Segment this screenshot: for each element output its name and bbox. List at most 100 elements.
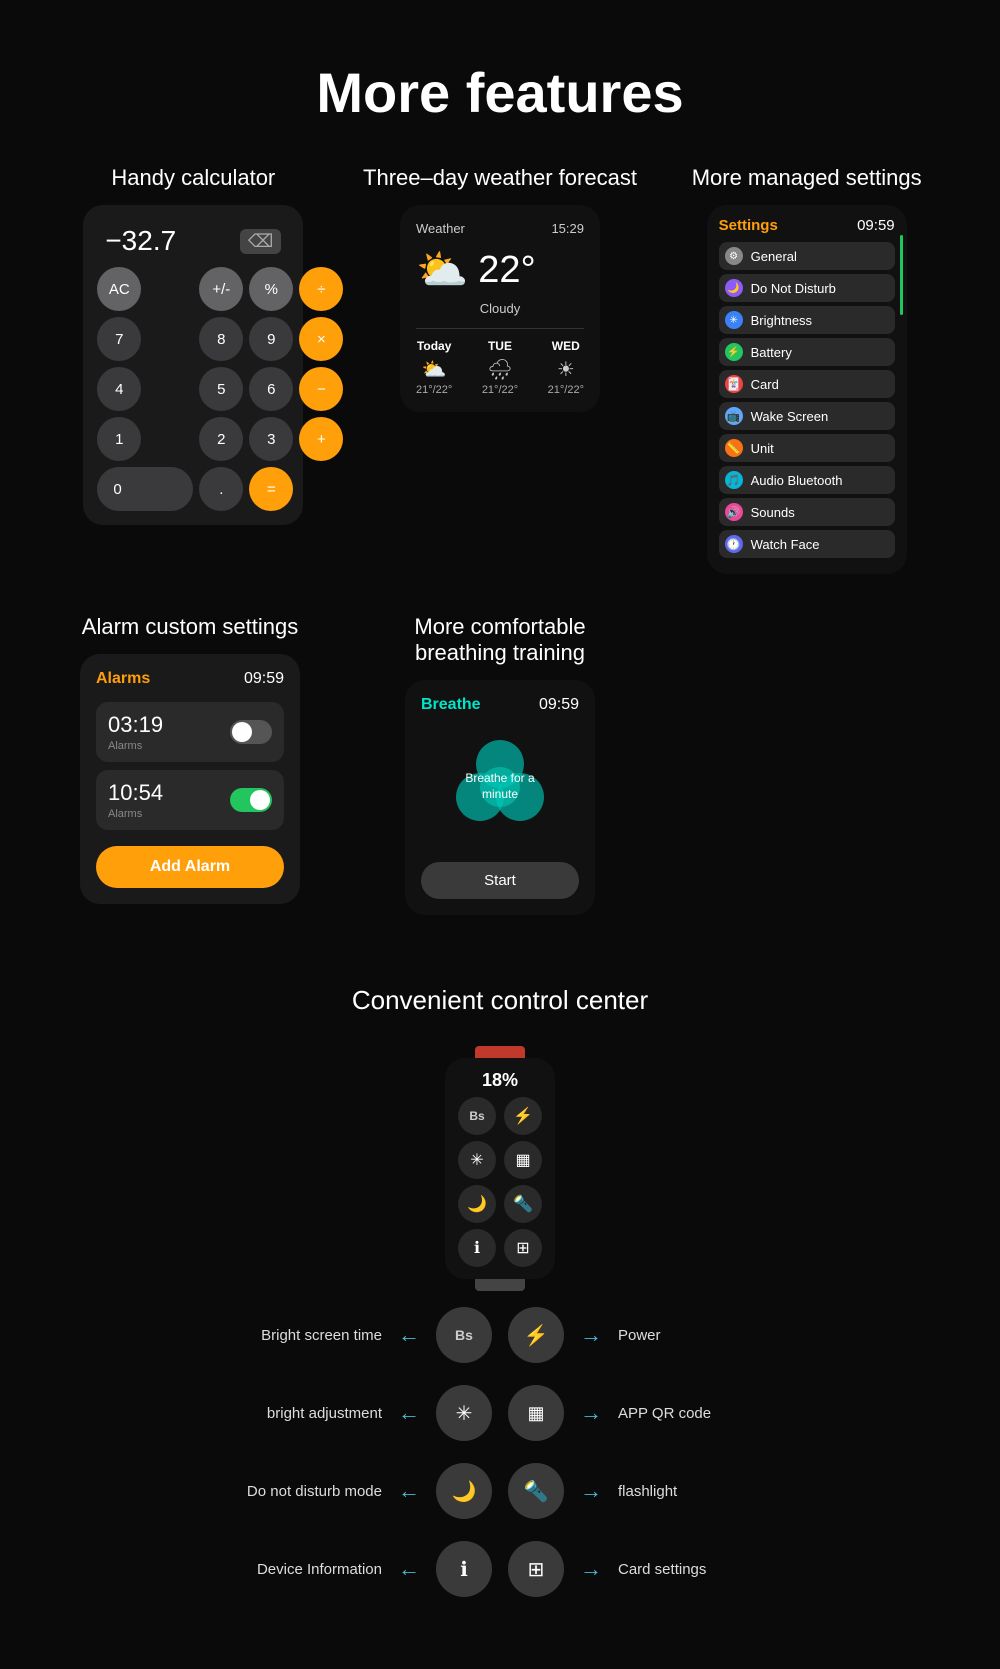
settings-item-card[interactable]: 🃏 Card — [719, 370, 895, 398]
calc-btn-8[interactable]: 8 — [199, 317, 243, 361]
calc-value: −32.7 — [105, 225, 176, 257]
calc-btn-plus[interactable]: + — [299, 417, 343, 461]
cc-btn-brightness-watch[interactable]: ✳ — [458, 1141, 496, 1179]
weather-title: Weather — [416, 221, 465, 236]
settings-item-battery[interactable]: ⚡ Battery — [719, 338, 895, 366]
calc-btn-plusminus[interactable]: +/- — [199, 267, 243, 311]
breathe-visual: Breathe for a minute — [421, 722, 579, 852]
calculator-label: Handy calculator — [111, 165, 275, 191]
page-header: More features — [0, 0, 1000, 165]
alarm-item-1: 03:19 Alarms — [96, 702, 284, 762]
settings-item-general[interactable]: ⚙ General — [719, 242, 895, 270]
settings-title: Settings — [719, 217, 778, 234]
settings-icon-card: 🃏 — [725, 375, 743, 393]
breathe-start[interactable]: Start — [421, 862, 579, 899]
forecast-tue: TUE 🌧 21°/22° — [482, 339, 518, 396]
calc-btn-7[interactable]: 7 — [97, 317, 141, 361]
top-row: Handy calculator −32.7 ⌫ AC +/- % ÷ 7 8 … — [0, 165, 1000, 574]
control-row-3: Do not disturb mode ← 🌙 🔦 → flashlight — [150, 1463, 850, 1519]
calc-grid: AC +/- % ÷ 7 8 9 × 4 5 6 − 1 2 3 + 0 . = — [97, 267, 289, 511]
settings-icon-wakescreen: 📺 — [725, 407, 743, 425]
weather-widget: Weather 15:29 ⛅ 22° Cloudy Today ⛅ 21°/2… — [400, 205, 600, 412]
calc-backspace[interactable]: ⌫ — [240, 229, 281, 254]
calc-btn-2[interactable]: 2 — [199, 417, 243, 461]
alarm-time-1: 03:19 Alarms — [108, 712, 163, 752]
calc-btn-ac[interactable]: AC — [97, 267, 141, 311]
settings-icon-brightness: ✳ — [725, 311, 743, 329]
arrow-right-3: → — [580, 1478, 602, 1504]
control-row-4: Device Information ← ℹ ⊞ → Card settings — [150, 1541, 850, 1597]
watch-body: 18% Bs ⚡ ✳ ▦ 🌙 🔦 ℹ ⊞ — [445, 1058, 555, 1279]
cc-btn-card-settings[interactable]: ⊞ — [508, 1541, 564, 1597]
breathe-label: More comfortable breathing training — [414, 614, 585, 666]
calc-btn-9[interactable]: 9 — [249, 317, 293, 361]
cc-btn-dnd-watch[interactable]: 🌙 — [458, 1185, 496, 1223]
cc-btn-flashlight[interactable]: 🔦 — [508, 1463, 564, 1519]
toggle-knob-1 — [232, 722, 252, 742]
forecast-wed: WED ☀ 21°/22° — [548, 339, 584, 396]
control-center-section: Convenient control center 18% Bs ⚡ ✳ ▦ 🌙… — [0, 965, 1000, 1669]
cc-btn-brightness[interactable]: ✳ — [436, 1385, 492, 1441]
label-qr: APP QR code — [618, 1405, 818, 1422]
calculator-section: Handy calculator −32.7 ⌫ AC +/- % ÷ 7 8 … — [53, 165, 333, 525]
label-dnd: Do not disturb mode — [182, 1483, 382, 1500]
alarm-time: 09:59 — [244, 670, 284, 688]
settings-icon-battery: ⚡ — [725, 343, 743, 361]
settings-icon-watchface: 🕐 — [725, 535, 743, 553]
weather-forecast: Today ⛅ 21°/22° TUE 🌧 21°/22° WED ☀ 21°/… — [416, 328, 584, 396]
arrow-left-2: ← — [398, 1400, 420, 1426]
calc-btn-minus[interactable]: − — [299, 367, 343, 411]
settings-icon-sounds: 🔊 — [725, 503, 743, 521]
cc-btn-dnd[interactable]: 🌙 — [436, 1463, 492, 1519]
calc-btn-5[interactable]: 5 — [199, 367, 243, 411]
settings-item-wakescreen[interactable]: 📺 Wake Screen — [719, 402, 895, 430]
calc-btn-equals[interactable]: = — [249, 467, 293, 511]
settings-scrollbar[interactable] — [900, 235, 903, 315]
settings-item-audiobluetooth[interactable]: 🎵 Audio Bluetooth — [719, 466, 895, 494]
cc-btn-qr[interactable]: ▦ — [508, 1385, 564, 1441]
control-rows: Bright screen time ← Bs ⚡ → Power bright… — [150, 1307, 850, 1609]
alarm-title: Alarms — [96, 670, 150, 688]
cc-btn-flashlight-watch[interactable]: 🔦 — [504, 1185, 542, 1223]
settings-time: 09:59 — [857, 217, 895, 234]
settings-item-watchface[interactable]: 🕐 Watch Face — [719, 530, 895, 558]
cc-btn-screen-time[interactable]: Bs — [436, 1307, 492, 1363]
calc-btn-divide[interactable]: ÷ — [299, 267, 343, 311]
cc-btn-card-watch[interactable]: ⊞ — [504, 1229, 542, 1267]
battery-display: 18% — [457, 1070, 543, 1091]
arrow-left-1: ← — [398, 1322, 420, 1348]
calc-btn-1[interactable]: 1 — [97, 417, 141, 461]
cc-btn-screentime[interactable]: Bs — [458, 1097, 496, 1135]
calc-btn-multiply[interactable]: × — [299, 317, 343, 361]
calc-btn-percent[interactable]: % — [249, 267, 293, 311]
label-bright-screen: Bright screen time — [182, 1327, 382, 1344]
calc-btn-6[interactable]: 6 — [249, 367, 293, 411]
settings-section: More managed settings Settings 09:59 ⚙ G… — [667, 165, 947, 574]
calc-btn-4[interactable]: 4 — [97, 367, 141, 411]
alarm-toggle-1[interactable] — [230, 720, 272, 744]
weather-temp: 22° — [478, 249, 535, 292]
alarm-header: Alarms 09:59 — [96, 670, 284, 688]
add-alarm-button[interactable]: Add Alarm — [96, 846, 284, 888]
settings-item-dnd[interactable]: 🌙 Do Not Disturb — [719, 274, 895, 302]
label-device-info: Device Information — [182, 1561, 382, 1578]
label-card-settings: Card settings — [618, 1561, 818, 1578]
cc-btn-info[interactable]: ℹ — [436, 1541, 492, 1597]
watch-band-top — [475, 1046, 525, 1058]
calc-btn-3[interactable]: 3 — [249, 417, 293, 461]
arrow-right-4: → — [580, 1556, 602, 1582]
calc-btn-dot[interactable]: . — [199, 467, 243, 511]
weather-icon: ⛅ — [416, 246, 468, 295]
cc-btn-power-watch[interactable]: ⚡ — [504, 1097, 542, 1135]
control-center-wrapper: 18% Bs ⚡ ✳ ▦ 🌙 🔦 ℹ ⊞ Bright screen tim — [150, 1046, 850, 1609]
cc-btn-power[interactable]: ⚡ — [508, 1307, 564, 1363]
settings-icon-general: ⚙ — [725, 247, 743, 265]
cc-btn-info-watch[interactable]: ℹ — [458, 1229, 496, 1267]
settings-item-brightness[interactable]: ✳ Brightness — [719, 306, 895, 334]
settings-item-sounds[interactable]: 🔊 Sounds — [719, 498, 895, 526]
cc-btn-qr-watch[interactable]: ▦ — [504, 1141, 542, 1179]
alarm-toggle-2[interactable] — [230, 788, 272, 812]
settings-item-unit[interactable]: 📏 Unit — [719, 434, 895, 462]
breathe-section: More comfortable breathing training Brea… — [350, 614, 650, 915]
calc-btn-0[interactable]: 0 — [97, 467, 193, 511]
